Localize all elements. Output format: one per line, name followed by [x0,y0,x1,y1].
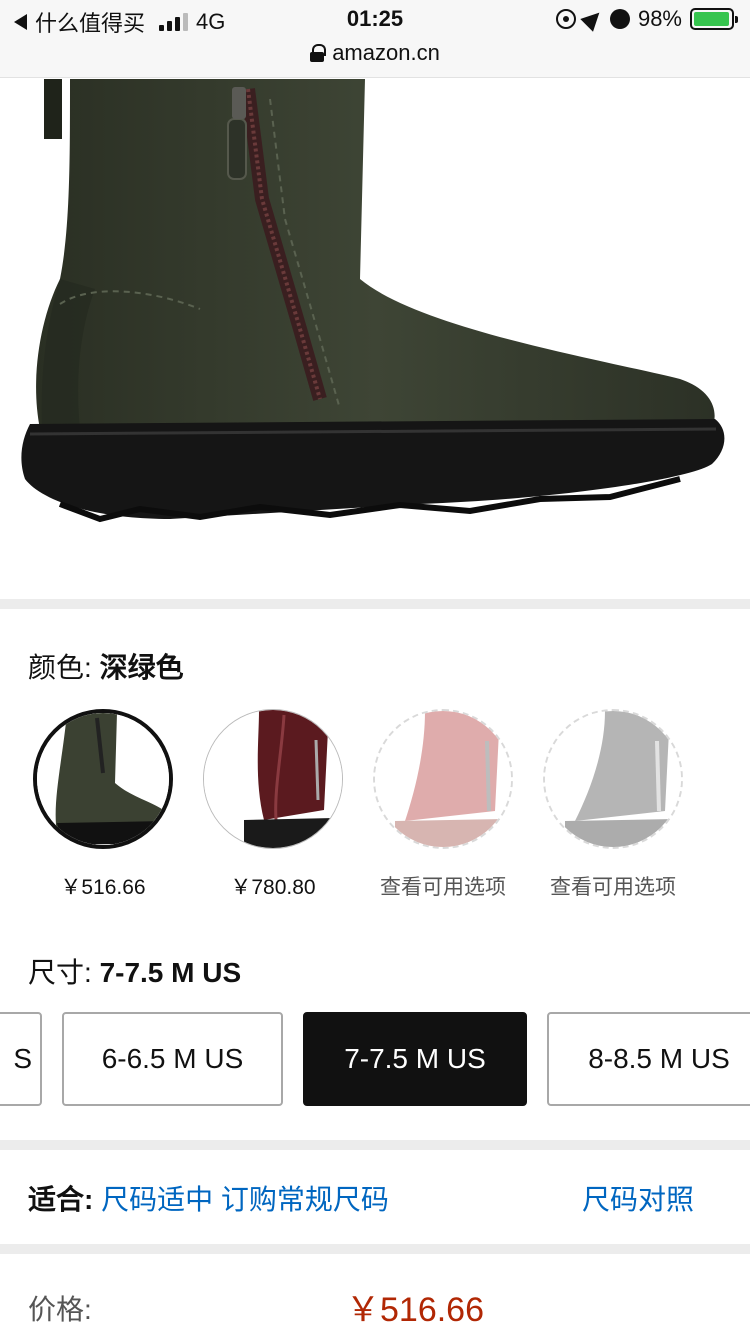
separator [0,1244,750,1254]
color-label-row: 颜色: 深绿色 [28,646,184,686]
size-option-partial[interactable]: S [0,1012,42,1106]
separator [0,1140,750,1150]
swatch-view-options[interactable]: 查看可用选项 [358,871,528,901]
size-label: 尺寸: [28,957,100,988]
fit-value-link[interactable]: 尺码适中 订购常规尺码 [101,1184,389,1215]
swatch-boot-icon [37,713,169,845]
size-chart-link[interactable]: 尺码对照 [582,1178,694,1218]
color-swatch-pink[interactable] [373,709,513,849]
rotation-lock-icon [555,9,576,29]
battery-icon [690,8,738,30]
swatch-view-options[interactable]: 查看可用选项 [528,871,698,901]
swatch-boot-icon [204,710,342,848]
fit-label: 适合: [28,1184,102,1215]
swatch-price[interactable]: ￥780.80 [188,871,358,901]
lock-icon [310,44,327,62]
fit-row: 适合: 尺码适中 订购常规尺码 [28,1178,389,1218]
battery-fill [694,12,730,26]
boot-image [21,79,725,523]
product-image[interactable] [0,79,750,599]
battery-percent: 98% [637,6,682,31]
alarm-icon [609,9,630,29]
swatch-price[interactable]: ￥516.66 [18,871,188,901]
swatch-boot-icon [545,711,681,847]
price-value: ￥516.66 [346,1291,484,1329]
price-label: 价格: [28,1294,92,1325]
size-option-7-7.5[interactable]: 7-7.5 M US [303,1012,527,1106]
color-swatch-dark-green[interactable] [33,709,173,849]
color-label: 颜色: [28,652,100,683]
url-bar[interactable]: amazon.cn [0,40,750,66]
url-text[interactable]: amazon.cn [332,40,440,66]
color-swatch-grey[interactable] [543,709,683,849]
size-selected-value: 7-7.5 M US [99,957,242,988]
swatch-boot-icon [375,711,511,847]
size-option-6-6.5[interactable]: 6-6.5 M US [62,1012,283,1106]
location-icon [580,6,606,32]
status-bar: 什么值得买 4G 01:25 amazon.cn 98% [0,0,750,78]
color-swatch-burgundy[interactable] [203,709,343,849]
size-label-row: 尺寸: 7-7.5 M US [28,951,241,991]
size-option-8-8.5[interactable]: 8-8.5 M US [547,1012,750,1106]
color-selected-value: 深绿色 [99,652,184,683]
separator [0,599,750,609]
status-bar-right: 98% [555,6,738,32]
